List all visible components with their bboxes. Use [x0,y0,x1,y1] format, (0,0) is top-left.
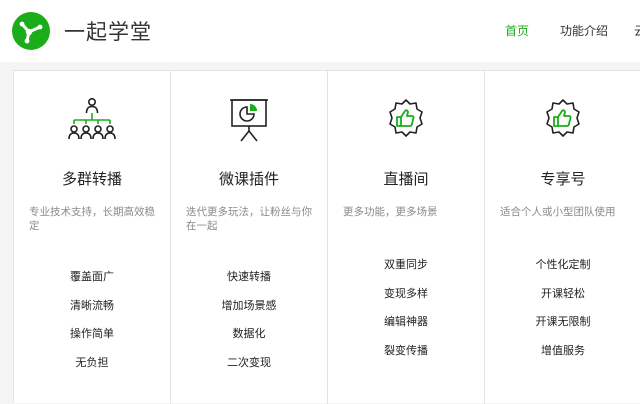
feature-item: 增加场景感 [221,298,277,312]
feature-list: 个性化定制 开课轻松 开课无限制 增值服务 [485,256,640,370]
feature-item: 无负担 [75,355,109,369]
presentation-board-icon [230,99,268,142]
nav-item-truncated[interactable]: 云 [634,22,640,39]
feature-item: 裂变传播 [384,343,428,357]
card-description: 迭代更多玩法，让粉丝与你在一起 [186,206,312,232]
card-multi-group-broadcast: 多群转播 专业技术支持，长期高效稳定 覆盖面广 清晰流畅 操作简单 无负担 [14,71,171,404]
feature-list: 覆盖面广 清晰流畅 操作简单 无负担 [14,268,170,382]
card-title: 专享号 [540,170,586,188]
network-people-icon [68,98,116,140]
feature-item: 开课轻松 [541,286,585,300]
nav-home[interactable]: 首页 [505,22,529,39]
feature-item: 清晰流畅 [70,298,114,312]
feature-item: 变现多样 [384,286,428,300]
brand-name[interactable]: 一起学堂 [64,16,152,46]
nav-features[interactable]: 功能介绍 [560,22,608,39]
feature-item: 二次变现 [227,355,271,369]
feature-item: 个性化定制 [535,258,591,271]
card-title: 多群转播 [61,170,122,188]
card-description: 专业技术支持，长期高效稳定 [29,206,155,232]
card-live-room: 直播间 更多功能，更多场景 双重同步 变现多样 编辑神器 裂变传播 [328,71,485,404]
feature-item: 覆盖面广 [70,270,114,283]
card-title: 微课插件 [218,170,279,188]
feature-list: 快速转播 增加场景感 数据化 二次变现 [171,268,327,382]
feature-item: 双重同步 [384,258,428,271]
feature-item: 操作简单 [70,327,114,341]
feature-item: 编辑神器 [384,315,428,329]
top-header: 一起学堂 首页 功能介绍 云 [0,0,640,62]
card-description: 适合个人或小型团队使用 [500,206,616,218]
logo-icon[interactable] [12,12,50,50]
feature-list: 双重同步 变现多样 编辑神器 裂变传播 [328,256,484,370]
feature-item: 快速转播 [227,270,271,283]
feature-item: 开课无限制 [535,315,591,329]
feature-item: 增值服务 [541,343,585,357]
product-panel: 多群转播 专业技术支持，长期高效稳定 覆盖面广 清晰流畅 操作简单 无负担 微课… [13,70,640,404]
thumbs-up-badge-icon [389,99,423,137]
card-exclusive-account: 专享号 适合个人或小型团队使用 个性化定制 开课轻松 开课无限制 增值服务 [485,71,640,404]
card-description: 更多功能，更多场景 [343,206,438,218]
feature-item: 数据化 [232,327,266,341]
card-title: 直播间 [383,170,429,188]
thumbs-up-badge-icon [546,99,580,137]
card-micro-course-plugin: 微课插件 迭代更多玩法，让粉丝与你在一起 快速转播 增加场景感 数据化 二次变现 [171,71,328,404]
